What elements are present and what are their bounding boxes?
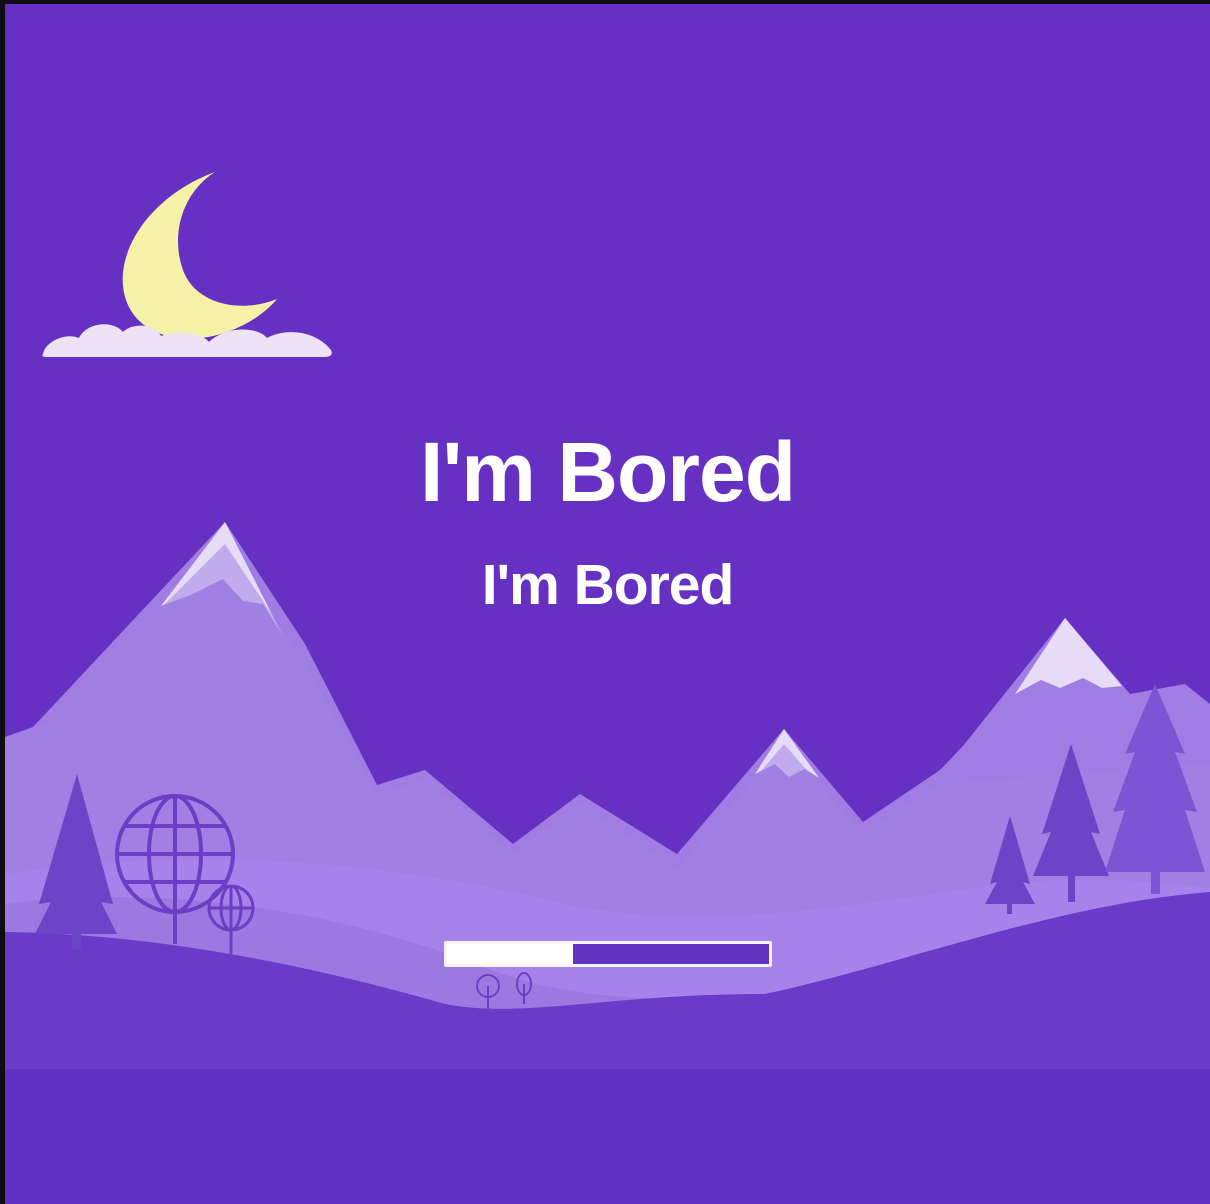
crescent-moon-icon (122, 172, 277, 339)
progress-fill (447, 944, 573, 964)
game-subtitle: I'm Bored (481, 553, 735, 617)
tree-trunk (1151, 868, 1160, 894)
tree-trunk (1007, 900, 1012, 914)
game-screen: I'm Bored I'm Bored (5, 4, 1210, 1204)
snow-cap (1015, 618, 1122, 694)
game-title: I'm Bored (419, 425, 796, 519)
tree-trunk (72, 929, 81, 949)
loading-progress-bar (444, 941, 772, 967)
tree-trunk (1068, 872, 1075, 902)
ground (5, 1069, 1210, 1204)
